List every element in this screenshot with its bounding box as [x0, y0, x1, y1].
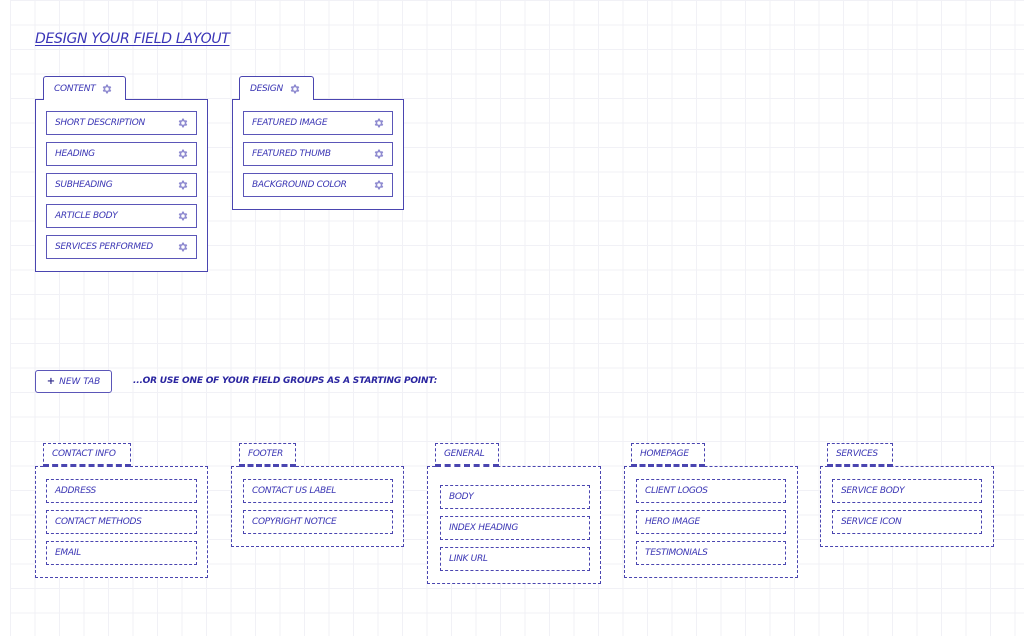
field-item[interactable]: EMAIL [46, 541, 197, 565]
field-item[interactable]: CONTACT METHODS [46, 510, 197, 534]
field-item[interactable]: HEADING [46, 142, 197, 166]
new-tab-button[interactable]: + NEW TAB [35, 370, 112, 393]
gear-icon[interactable] [177, 210, 189, 222]
field-item[interactable]: HERO IMAGE [636, 510, 786, 534]
gear-icon[interactable] [177, 148, 189, 160]
field-label: EMAIL [55, 548, 81, 558]
field-item[interactable]: ADDRESS [46, 479, 197, 503]
field-label: CONTACT METHODS [55, 517, 142, 527]
field-item[interactable]: LINK URL [440, 547, 590, 571]
field-item[interactable]: BODY [440, 485, 590, 509]
field-item[interactable]: SERVICE BODY [832, 479, 982, 503]
field-group-label: HOMEPAGE [640, 449, 689, 459]
field-label: CLIENT LOGOS [645, 486, 708, 496]
field-item[interactable]: INDEX HEADING [440, 516, 590, 540]
plus-icon: + [46, 376, 56, 387]
field-item[interactable]: FEATURED THUMB [243, 142, 393, 166]
field-item[interactable]: SHORT DESCRIPTION [46, 111, 197, 135]
field-item[interactable]: TESTIMONIALS [636, 541, 786, 565]
field-group-services[interactable]: SERVICE BODY SERVICE ICON [820, 466, 994, 547]
field-group-label: FOOTER [248, 449, 283, 459]
field-item[interactable]: ARTICLE BODY [46, 204, 197, 228]
field-label: TESTIMONIALS [645, 548, 708, 558]
field-group-tab-homepage[interactable]: HOMEPAGE [631, 443, 705, 467]
tab-panel-design: FEATURED IMAGE FEATURED THUMB BACKGROUND… [232, 99, 404, 210]
field-groups-hint: ...OR USE ONE OF YOUR FIELD GROUPS AS A … [133, 376, 438, 386]
gear-icon[interactable] [289, 83, 301, 95]
field-label: HEADING [55, 149, 95, 159]
field-item[interactable]: FEATURED IMAGE [243, 111, 393, 135]
field-group-general[interactable]: BODY INDEX HEADING LINK URL [427, 466, 601, 584]
field-label: SERVICES PERFORMED [55, 242, 153, 252]
gear-icon[interactable] [177, 241, 189, 253]
field-group-label: SERVICES [836, 449, 878, 459]
field-label: SERVICE BODY [841, 486, 905, 496]
new-tab-label: NEW TAB [59, 376, 101, 387]
tab-design[interactable]: DESIGN [239, 76, 314, 100]
field-item[interactable]: SUBHEADING [46, 173, 197, 197]
field-group-footer[interactable]: CONTACT US LABEL COPYRIGHT NOTICE [231, 466, 404, 547]
field-item[interactable]: COPYRIGHT NOTICE [243, 510, 393, 534]
gear-icon[interactable] [101, 83, 113, 95]
field-item[interactable]: BACKGROUND COLOR [243, 173, 393, 197]
field-label: ARTICLE BODY [55, 211, 118, 221]
field-label: COPYRIGHT NOTICE [252, 517, 337, 527]
tab-content[interactable]: CONTENT [43, 76, 126, 100]
field-label: CONTACT US LABEL [252, 486, 336, 496]
field-group-contact-info[interactable]: ADDRESS CONTACT METHODS EMAIL [35, 466, 208, 578]
field-group-tab-footer[interactable]: FOOTER [239, 443, 296, 467]
gear-icon[interactable] [373, 148, 385, 160]
gear-icon[interactable] [177, 117, 189, 129]
field-group-label: GENERAL [444, 449, 485, 459]
gear-icon[interactable] [373, 179, 385, 191]
field-label: ADDRESS [55, 486, 96, 496]
field-label: HERO IMAGE [645, 517, 700, 527]
field-item[interactable]: SERVICE ICON [832, 510, 982, 534]
field-item[interactable]: SERVICES PERFORMED [46, 235, 197, 259]
field-group-label: CONTACT INFO [52, 449, 116, 459]
field-label: SUBHEADING [55, 180, 113, 190]
page-title: DESIGN YOUR FIELD LAYOUT [35, 31, 230, 47]
field-label: SHORT DESCRIPTION [55, 118, 145, 128]
field-item[interactable]: CLIENT LOGOS [636, 479, 786, 503]
tab-panel-content: SHORT DESCRIPTION HEADING SUBHEADING ART… [35, 99, 208, 272]
field-label: INDEX HEADING [449, 523, 519, 533]
field-label: FEATURED IMAGE [252, 118, 328, 128]
gear-icon[interactable] [373, 117, 385, 129]
field-label: SERVICE ICON [841, 517, 902, 527]
field-group-tab-contact-info[interactable]: CONTACT INFO [43, 443, 131, 467]
gear-icon[interactable] [177, 179, 189, 191]
field-label: BODY [449, 492, 474, 502]
field-label: FEATURED THUMB [252, 149, 331, 159]
field-group-homepage[interactable]: CLIENT LOGOS HERO IMAGE TESTIMONIALS [624, 466, 798, 578]
tab-label: CONTENT [54, 83, 96, 94]
field-label: LINK URL [449, 554, 488, 564]
tab-label: DESIGN [250, 83, 283, 94]
field-label: BACKGROUND COLOR [252, 180, 347, 190]
field-group-tab-services[interactable]: SERVICES [827, 443, 893, 467]
field-item[interactable]: CONTACT US LABEL [243, 479, 393, 503]
field-group-tab-general[interactable]: GENERAL [435, 443, 499, 467]
